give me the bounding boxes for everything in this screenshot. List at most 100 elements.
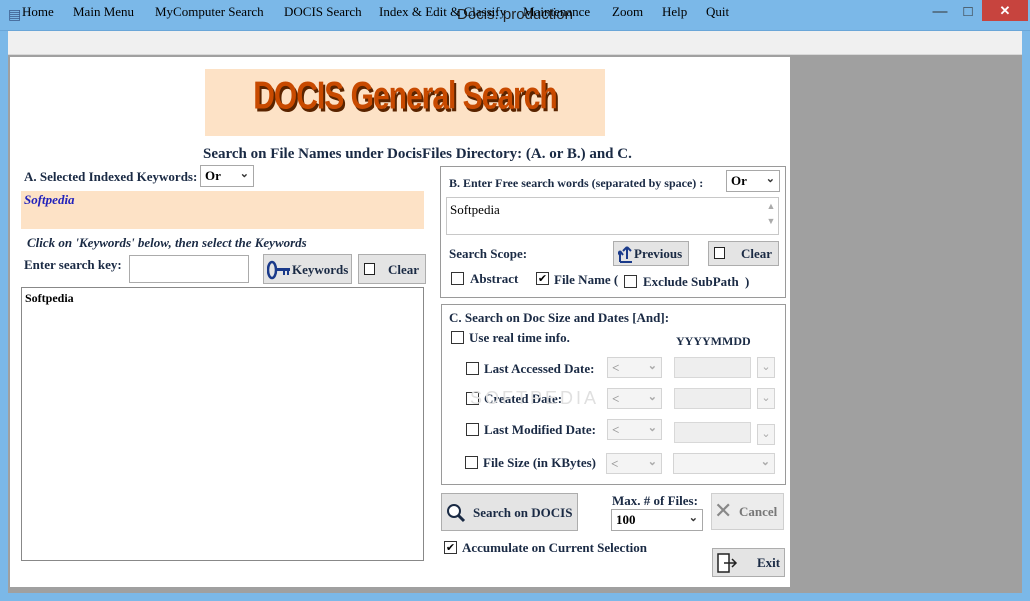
keywords-list[interactable] bbox=[21, 287, 424, 561]
max-files-value: 100 bbox=[616, 512, 636, 527]
chevron-down-icon: ⌄ bbox=[765, 173, 775, 185]
created-date-operator-select[interactable]: < ⌄ bbox=[607, 388, 662, 409]
chevron-down-icon: ⌄ bbox=[760, 456, 770, 468]
section-b-clear-button[interactable]: Clear bbox=[708, 241, 779, 266]
created-date-operator: < bbox=[612, 391, 620, 406]
close-paren: ) bbox=[745, 274, 750, 289]
free-search-value: Softpedia bbox=[450, 202, 500, 217]
max-files-select[interactable]: 100 ⌄ bbox=[611, 509, 703, 531]
section-b-operator-value: Or bbox=[731, 173, 747, 188]
empty-area bbox=[790, 57, 1022, 587]
banner-title: DOCIS General Search bbox=[253, 74, 557, 118]
exclude-subpath-label: Exclude SubPath bbox=[643, 274, 739, 289]
cancel-button[interactable]: ✕ Cancel bbox=[711, 493, 784, 530]
selected-keywords-box[interactable] bbox=[21, 191, 424, 229]
section-b-operator-select[interactable]: Or ⌄ bbox=[726, 170, 780, 192]
menu-bar bbox=[8, 31, 1022, 55]
previous-button[interactable]: Previous bbox=[613, 241, 689, 266]
abstract-checkbox[interactable] bbox=[451, 272, 464, 285]
accumulate-checkbox[interactable]: ✔ bbox=[444, 541, 457, 554]
last-modified-date-input[interactable] bbox=[674, 422, 751, 443]
search-docis-label: Search on DOCIS bbox=[473, 505, 573, 520]
exit-button[interactable]: Exit bbox=[712, 548, 785, 577]
key-icon bbox=[267, 260, 290, 280]
section-c-label: C. Search on Doc Size and Dates [And]: bbox=[449, 310, 670, 325]
file-size-label: File Size (in KBytes) bbox=[483, 455, 597, 470]
clear-icon bbox=[714, 247, 725, 259]
close-icon: ✕ bbox=[714, 499, 733, 524]
created-date-input[interactable] bbox=[674, 388, 751, 409]
menu-main-menu[interactable]: Main Menu bbox=[73, 4, 134, 20]
filename-checkbox[interactable]: ✔ bbox=[536, 272, 549, 285]
menu-help[interactable]: Help bbox=[662, 4, 687, 20]
textarea-scrollbar[interactable]: ▲ ▼ bbox=[764, 199, 778, 233]
search-scope-label: Search Scope: bbox=[449, 246, 528, 261]
last-accessed-date-dropdown[interactable]: ⌄ bbox=[757, 357, 775, 378]
section-a-label: A. Selected Indexed Keywords: bbox=[24, 169, 198, 184]
date-format-label: YYYYMMDD bbox=[676, 334, 751, 348]
file-size-operator-select[interactable]: < ⌄ bbox=[606, 453, 662, 474]
filename-label: File Name ( bbox=[554, 272, 619, 287]
chevron-down-icon: ⌄ bbox=[688, 512, 698, 524]
section-a-clear-button[interactable]: Clear bbox=[358, 254, 426, 284]
last-modified-label: Last Modified Date: bbox=[484, 422, 596, 437]
section-b-label: B. Enter Free search words (separated by… bbox=[449, 176, 704, 190]
file-size-operator: < bbox=[611, 456, 619, 471]
minimize-button[interactable]: — bbox=[926, 1, 954, 23]
created-date-dropdown[interactable]: ⌄ bbox=[757, 388, 775, 409]
exit-icon bbox=[717, 553, 738, 573]
last-accessed-operator: < bbox=[612, 360, 620, 375]
last-accessed-date-input[interactable] bbox=[674, 357, 751, 378]
last-accessed-checkbox[interactable] bbox=[466, 362, 479, 375]
menu-quit[interactable]: Quit bbox=[706, 4, 729, 20]
chevron-down-icon: ⌄ bbox=[647, 360, 657, 372]
exit-label: Exit bbox=[757, 555, 781, 570]
last-modified-date-dropdown[interactable]: ⌄ bbox=[757, 424, 775, 445]
page-heading: Search on File Names under DocisFiles Di… bbox=[203, 146, 632, 162]
arrow-up-icon bbox=[618, 246, 632, 263]
keywords-button-label: Keywords bbox=[292, 262, 349, 277]
window-frame-left bbox=[0, 31, 8, 601]
search-key-label: Enter search key: bbox=[24, 257, 122, 272]
cancel-label: Cancel bbox=[739, 504, 778, 519]
search-key-input[interactable] bbox=[129, 255, 249, 283]
last-accessed-operator-select[interactable]: < ⌄ bbox=[607, 357, 662, 378]
keywords-hint: Click on 'Keywords' below, then select t… bbox=[27, 235, 307, 250]
section-a-operator-select[interactable]: Or ⌄ bbox=[200, 165, 254, 187]
section-a-clear-label: Clear bbox=[388, 262, 420, 277]
search-docis-button[interactable]: Search on DOCIS bbox=[441, 493, 578, 531]
search-icon bbox=[447, 504, 466, 523]
menu-mycomputer-search[interactable]: MyComputer Search bbox=[155, 4, 264, 20]
menu-zoom[interactable]: Zoom bbox=[612, 4, 643, 20]
window-frame-right bbox=[1022, 31, 1030, 601]
chevron-down-icon: ⌄ bbox=[239, 168, 249, 180]
chevron-down-icon: ⌄ bbox=[647, 422, 657, 434]
close-button[interactable]: ✕ bbox=[982, 0, 1028, 21]
file-size-value-select[interactable]: ⌄ bbox=[673, 453, 775, 474]
file-size-checkbox[interactable] bbox=[465, 456, 478, 469]
clear-icon bbox=[364, 263, 375, 275]
menu-maintenance[interactable]: Maintenance bbox=[523, 4, 590, 20]
menu-docis-search[interactable]: DOCIS Search bbox=[284, 4, 362, 20]
previous-button-label: Previous bbox=[634, 246, 683, 261]
section-a-operator-value: Or bbox=[205, 168, 221, 183]
last-modified-operator: < bbox=[612, 422, 620, 437]
section-b-clear-label: Clear bbox=[741, 246, 773, 261]
list-item[interactable]: Softpedia bbox=[25, 291, 74, 306]
watermark: SOFTPEDIA bbox=[470, 388, 600, 408]
last-modified-checkbox[interactable] bbox=[466, 423, 479, 436]
keywords-button[interactable]: Keywords bbox=[263, 254, 352, 284]
menu-home[interactable]: Home bbox=[22, 4, 54, 20]
exclude-subpath-checkbox[interactable] bbox=[624, 275, 637, 288]
last-modified-operator-select[interactable]: < ⌄ bbox=[607, 419, 662, 440]
menu-index-edit-classify[interactable]: Index & Edit & Classify bbox=[379, 4, 506, 20]
max-files-label: Max. # of Files: bbox=[612, 493, 698, 508]
last-accessed-label: Last Accessed Date: bbox=[484, 361, 595, 376]
chevron-down-icon: ⌄ bbox=[647, 391, 657, 403]
window-frame-bottom bbox=[0, 593, 1030, 601]
realtime-checkbox[interactable] bbox=[451, 331, 464, 344]
maximize-button[interactable]: □ bbox=[954, 1, 982, 23]
chevron-down-icon: ⌄ bbox=[647, 456, 657, 468]
abstract-label: Abstract bbox=[470, 271, 519, 286]
selected-keyword: Softpedia bbox=[24, 192, 75, 207]
